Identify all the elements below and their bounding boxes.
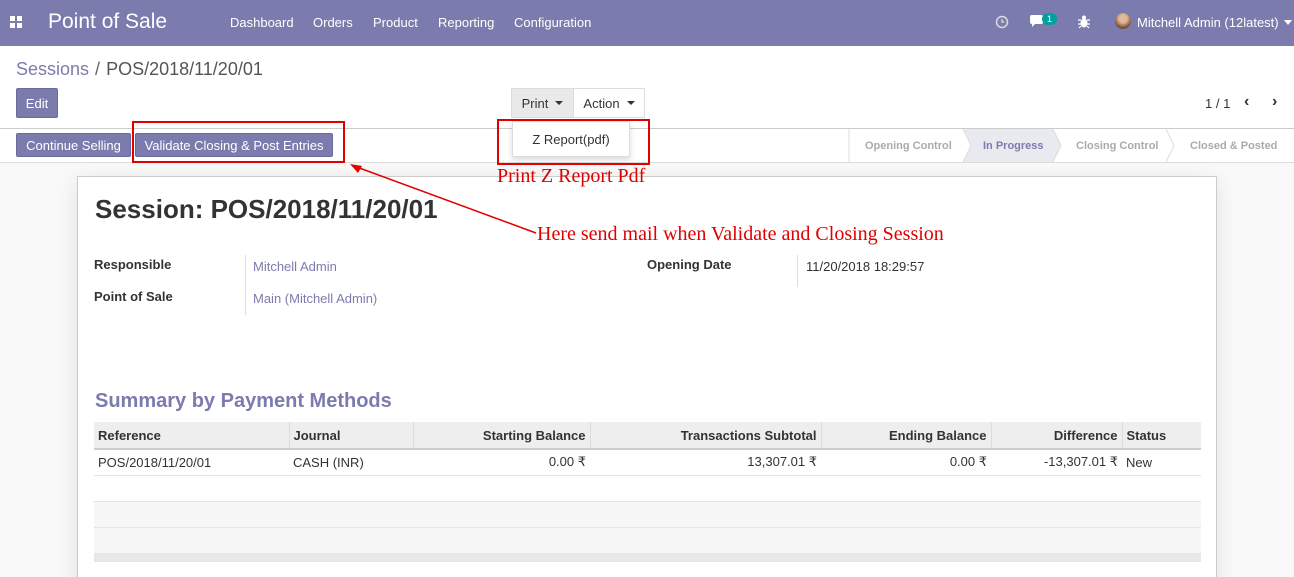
table-header-row: Reference Journal Starting Balance Trans… <box>94 422 1201 450</box>
col-difference[interactable]: Difference <box>991 422 1123 450</box>
breadcrumb-current: POS/2018/11/20/01 <box>106 59 263 79</box>
chevron-left-icon[interactable]: ‹ <box>1244 93 1249 111</box>
pos-label: Point of Sale <box>94 289 173 304</box>
opening-date-value: 11/20/2018 18:29:57 <box>806 259 925 274</box>
cell-transactions-subtotal: 13,307.01 ₹ <box>590 449 821 476</box>
cell-ending-balance: 0.00 ₹ <box>821 449 991 476</box>
summary-title: Summary by Payment Methods <box>95 390 392 412</box>
apps-icon[interactable] <box>10 16 24 30</box>
edit-button[interactable]: Edit <box>16 88 58 118</box>
opening-date-label: Opening Date <box>647 257 732 272</box>
payment-summary-table: Reference Journal Starting Balance Trans… <box>94 422 1201 562</box>
clock-icon[interactable] <box>995 15 1009 29</box>
avatar[interactable] <box>1115 13 1131 29</box>
empty-row <box>94 475 1201 502</box>
pager-value[interactable]: 1 / 1 <box>1205 96 1230 111</box>
menu-configuration[interactable]: Configuration <box>514 15 591 30</box>
stage-closed-posted[interactable]: Closed & Posted <box>1190 129 1277 162</box>
menu-product[interactable]: Product <box>373 15 418 30</box>
breadcrumb: Sessions / POS/2018/11/20/01 <box>16 59 263 80</box>
control-panel: Sessions / POS/2018/11/20/01 Edit Print Ac… <box>0 46 1294 129</box>
chevron-right-icon[interactable]: › <box>1272 93 1277 111</box>
user-name[interactable]: Mitchell Admin (12latest) <box>1137 15 1279 30</box>
col-journal[interactable]: Journal <box>289 422 414 450</box>
caret-down-icon <box>555 101 564 105</box>
responsible-value[interactable]: Mitchell Admin <box>253 259 337 274</box>
bug-icon[interactable] <box>1077 14 1091 29</box>
validate-annotation: Here send mail when Validate and Closing… <box>537 223 944 245</box>
annotation-arrow <box>350 164 537 234</box>
pos-value[interactable]: Main (Mitchell Admin) <box>253 291 377 306</box>
chevron-down-icon[interactable] <box>1284 20 1292 25</box>
breadcrumb-separator: / <box>95 59 101 79</box>
cell-journal: CASH (INR) <box>289 449 413 476</box>
stage-closing-control[interactable]: Closing Control <box>1076 129 1159 162</box>
empty-row <box>94 527 1201 554</box>
menu-orders[interactable]: Orders <box>313 15 353 30</box>
chat-badge: 1 <box>1042 13 1058 25</box>
col-transactions-subtotal[interactable]: Transactions Subtotal <box>590 422 822 450</box>
field-divider <box>245 255 246 315</box>
responsible-label: Responsible <box>94 257 172 272</box>
field-divider <box>797 255 798 287</box>
table-footer <box>94 552 1201 562</box>
action-label: Action <box>583 95 620 111</box>
stage-in-progress[interactable]: In Progress <box>983 129 1044 162</box>
col-ending-balance[interactable]: Ending Balance <box>821 422 992 450</box>
stage-opening-control[interactable]: Opening Control <box>865 129 952 162</box>
validate-highlight-box <box>132 121 345 163</box>
empty-row <box>94 501 1201 528</box>
col-starting-balance[interactable]: Starting Balance <box>413 422 591 450</box>
continue-selling-button[interactable]: Continue Selling <box>16 133 131 157</box>
menu-reporting[interactable]: Reporting <box>438 15 494 30</box>
col-reference[interactable]: Reference <box>94 422 290 450</box>
col-status[interactable]: Status <box>1122 422 1201 450</box>
cell-reference: POS/2018/11/20/01 <box>94 449 289 476</box>
table-row[interactable]: POS/2018/11/20/01 CASH (INR) 0.00 ₹ 13,3… <box>94 449 1201 476</box>
menu-dashboard[interactable]: Dashboard <box>230 15 294 30</box>
app-name[interactable]: Point of Sale <box>48 10 167 34</box>
print-button[interactable]: Print <box>511 88 574 118</box>
cell-difference: -13,307.01 ₹ <box>991 449 1122 476</box>
cell-status: New <box>1122 449 1201 476</box>
caret-down-icon <box>626 101 635 105</box>
print-label: Print <box>521 95 549 111</box>
cell-starting-balance: 0.00 ₹ <box>413 449 590 476</box>
top-navbar: Point of Sale Dashboard Orders Product R… <box>0 0 1294 46</box>
action-button[interactable]: Action <box>573 88 645 118</box>
breadcrumb-sessions[interactable]: Sessions <box>16 59 89 79</box>
